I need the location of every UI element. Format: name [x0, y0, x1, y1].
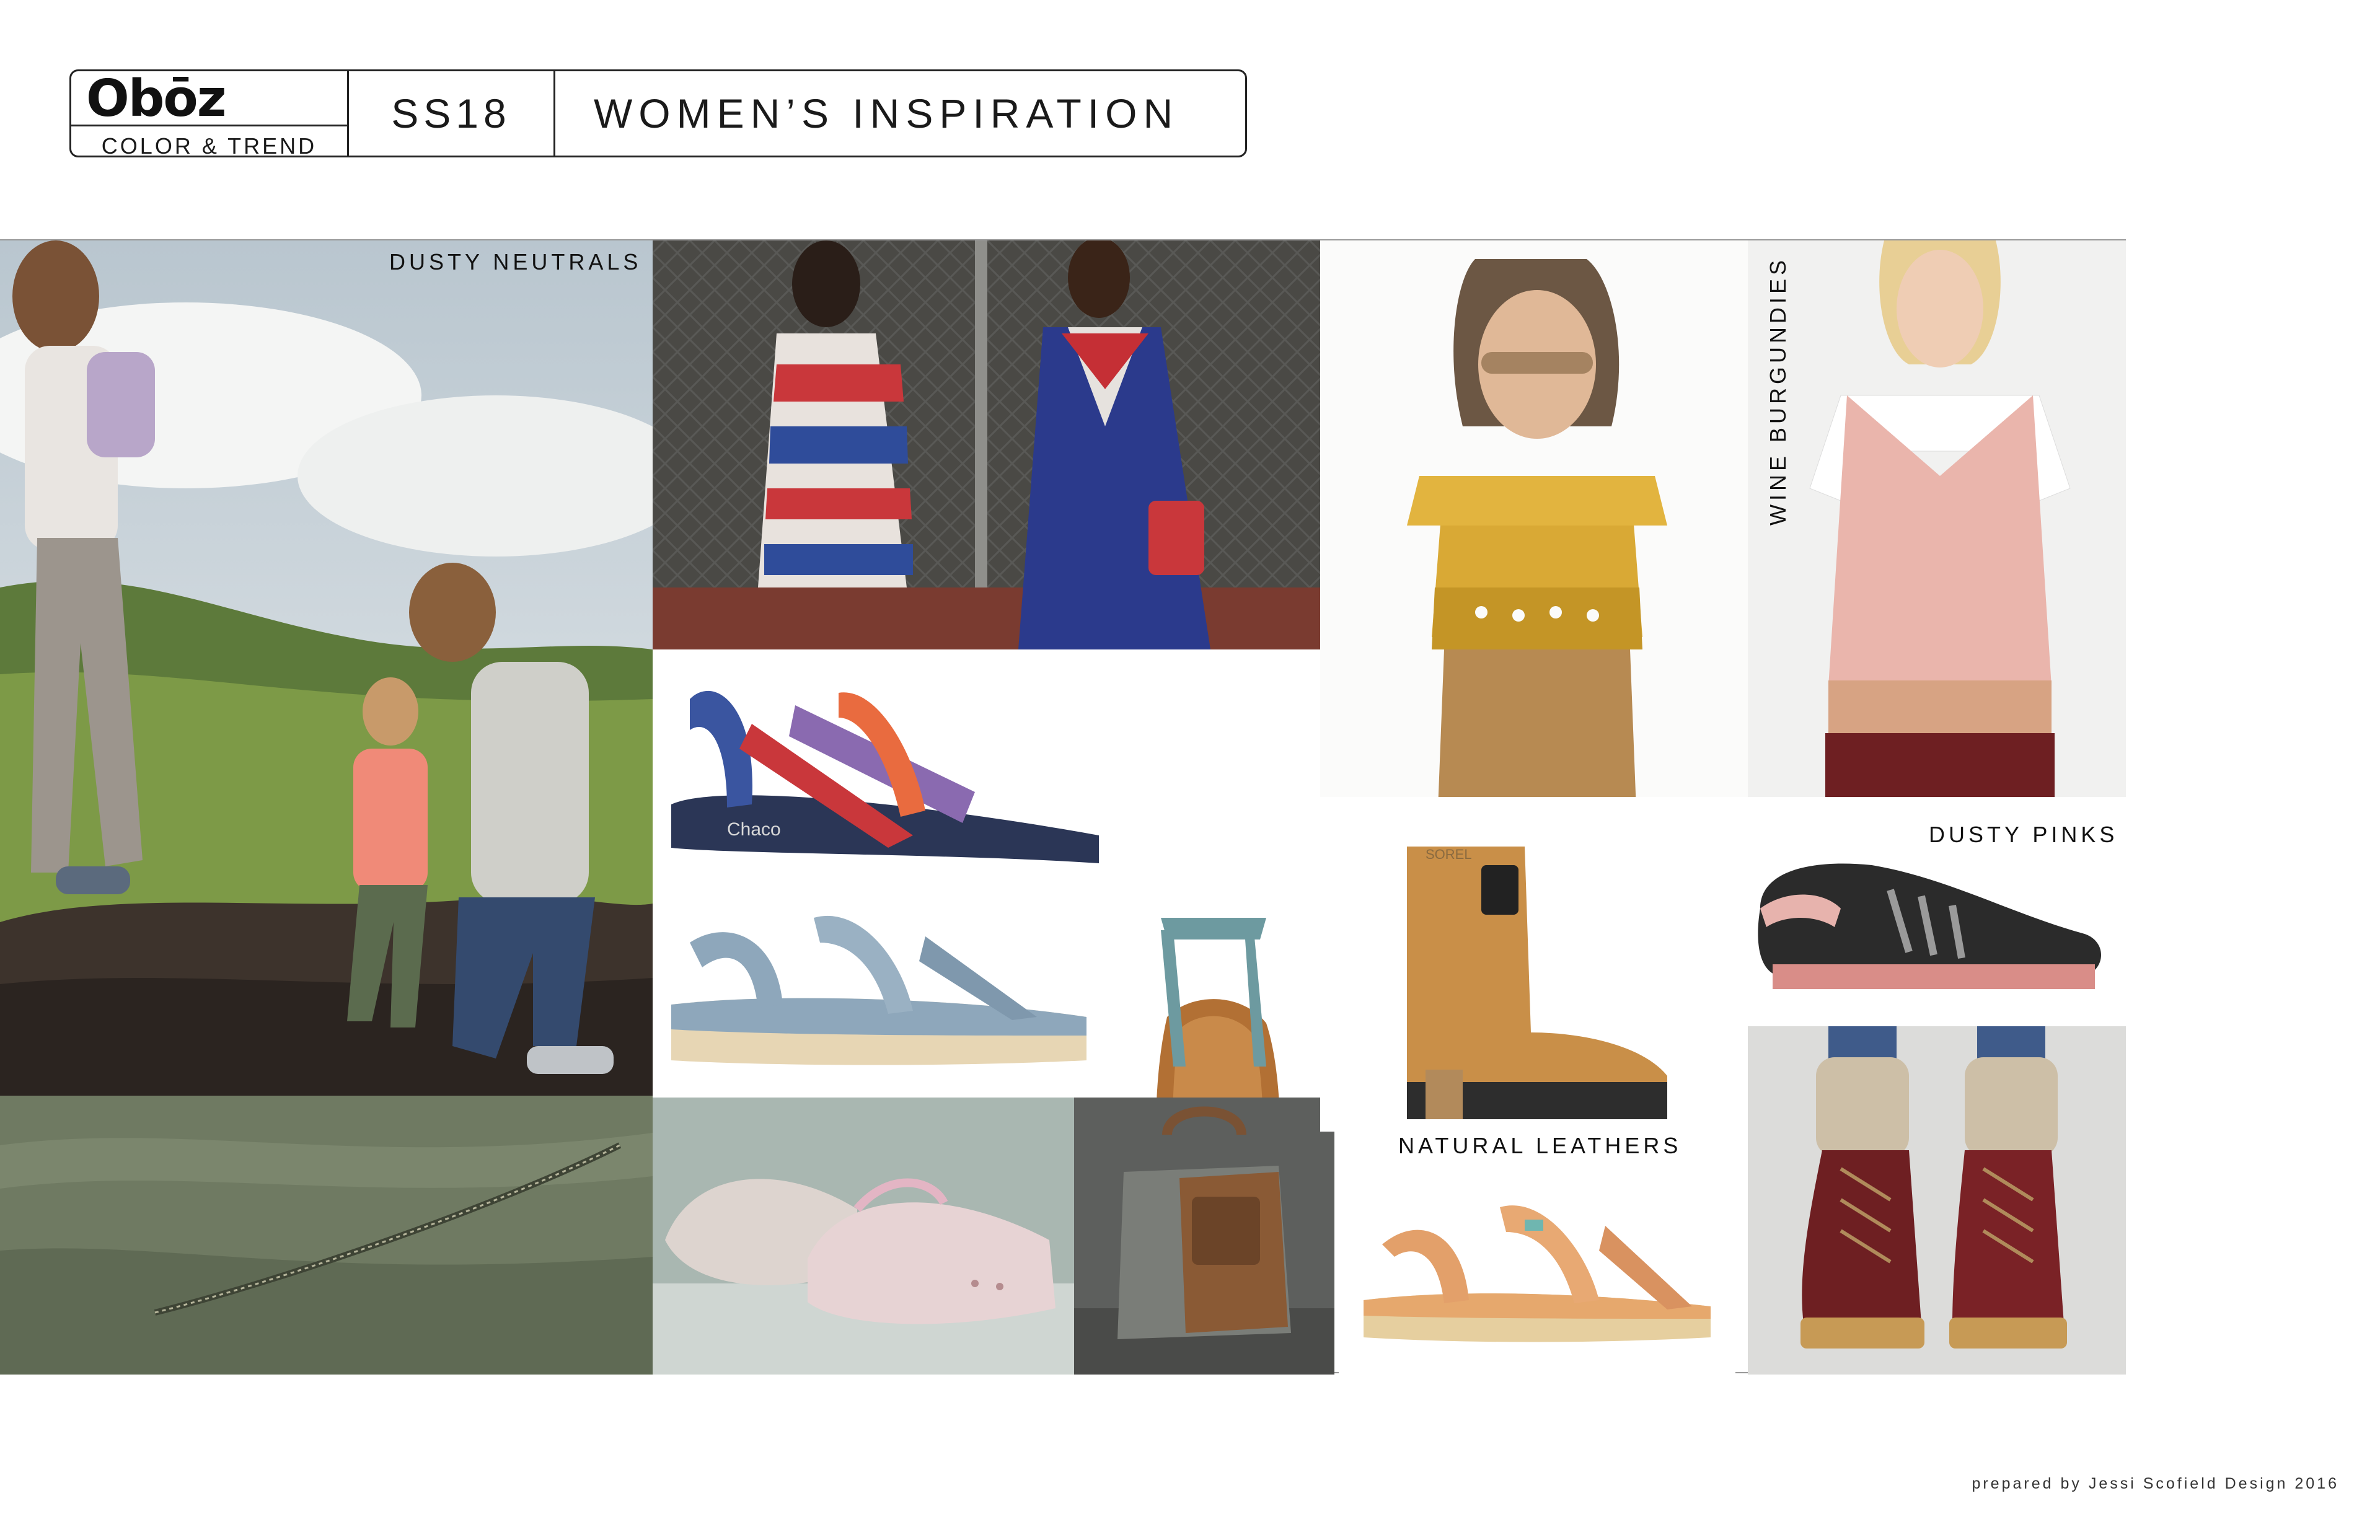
- runway-photo: [653, 240, 1320, 649]
- season-label: SS18: [349, 71, 555, 156]
- brand-logo: Obōz: [86, 69, 226, 128]
- label-dusty-neutrals: DUSTY NEUTRALS: [389, 249, 642, 275]
- pink-dress-photo: [1748, 240, 2126, 797]
- hikers-photo: [0, 240, 653, 1096]
- label-natural-leathers: NATURAL LEATHERS: [1398, 1133, 1682, 1158]
- mood-board-collage: DUSTY NEUTRALS WINE BURGUNDIES Chaco SOR…: [0, 239, 2126, 1375]
- oxford-shoes-photo: [653, 1098, 1074, 1375]
- brand-subtitle: COLOR & TREND: [101, 133, 317, 159]
- sorel-boot-photo: SOREL: [1320, 797, 1748, 1132]
- burgundy-boots-photo: [1748, 1026, 2126, 1375]
- footer-credit: prepared by Jessi Scofield Design 2016: [1972, 1475, 2339, 1492]
- label-wine-burgundies: WINE BURGUNDIES: [1765, 256, 1791, 526]
- chaco-logo-text: Chaco: [727, 819, 781, 840]
- page-title: WOMEN’S INSPIRATION: [594, 90, 1179, 136]
- label-dusty-pinks: DUSTY PINKS: [1929, 822, 2118, 847]
- mustard-top-photo: [1320, 240, 1748, 809]
- leather-bag-photo: [1074, 1098, 1334, 1375]
- brand-divider: [71, 125, 347, 126]
- slate-sandal-photo: [653, 881, 1105, 1098]
- brand-logo-cell: Obōz COLOR & TREND: [71, 69, 349, 159]
- header-title-block: Obōz COLOR & TREND SS18 WOMEN’S INSPIRAT…: [69, 69, 1247, 159]
- tan-sandal-photo: [1339, 1151, 1735, 1375]
- olive-fabric-zipper-photo: [0, 1096, 653, 1375]
- sorel-logo-text: SOREL: [1426, 847, 1472, 862]
